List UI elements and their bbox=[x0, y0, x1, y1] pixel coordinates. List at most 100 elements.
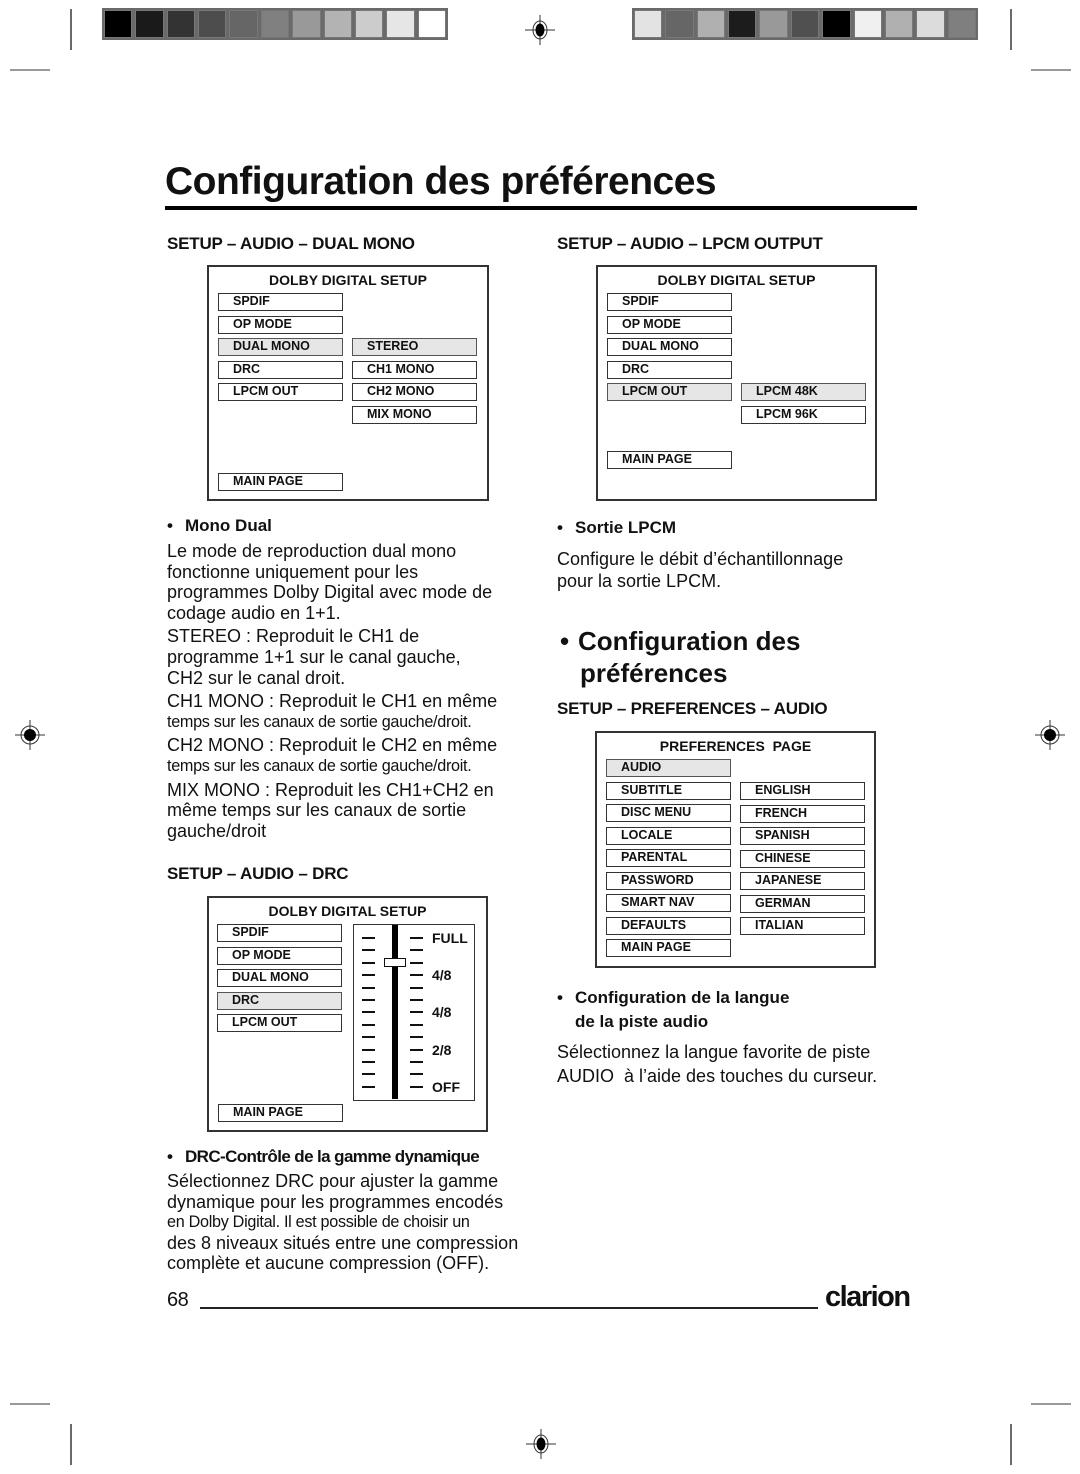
option-item-chinese[interactable]: CHINESE bbox=[740, 849, 865, 868]
registration-mark-icon bbox=[526, 1429, 556, 1459]
option-item-lpcm-48k[interactable]: LPCM 48K bbox=[741, 383, 866, 401]
menu-item-drc[interactable]: DRC bbox=[217, 991, 342, 1010]
registration-mark-icon bbox=[1035, 720, 1065, 750]
text-line: pour la sortie LPCM. bbox=[557, 571, 722, 591]
menu-item-main-page[interactable]: MAIN PAGE bbox=[607, 451, 732, 469]
slider-level-label: 4/8 bbox=[432, 1004, 452, 1021]
color-swatch bbox=[354, 10, 384, 38]
osd-panel-dual-mono: DOLBY DIGITAL SETUP SPDIF OP MODE DUAL MON… bbox=[207, 265, 489, 501]
color-swatch bbox=[790, 10, 820, 38]
color-swatch bbox=[386, 10, 415, 38]
slider-level-label: OFF bbox=[432, 1078, 460, 1095]
slider-tick bbox=[362, 999, 375, 1001]
text-line: CH2 MONO : Reproduit le CH2 en même bbox=[167, 735, 498, 756]
registration-mark-icon bbox=[15, 720, 45, 750]
footer-rule bbox=[200, 1307, 818, 1309]
text-line: fonctionne uniquement pour les bbox=[167, 561, 419, 582]
menu-item-op-mode[interactable]: OP MODE bbox=[217, 946, 342, 965]
menu-item-drc[interactable]: DRC bbox=[218, 360, 343, 379]
slider-tick bbox=[410, 1036, 423, 1039]
menu-item-audio[interactable]: AUDIO bbox=[606, 759, 731, 777]
menu-item-lpcm-out[interactable]: LPCM OUT bbox=[607, 383, 732, 401]
slider-tick bbox=[362, 974, 375, 977]
color-swatch bbox=[728, 10, 757, 38]
menu-item-dual-mono[interactable]: DUAL MONO bbox=[217, 969, 342, 987]
menu-item-spdif[interactable]: SPDIF bbox=[218, 293, 343, 311]
subheading-text: de la piste audio bbox=[575, 1012, 709, 1031]
slider-tick bbox=[362, 949, 375, 952]
menu-item-op-mode[interactable]: OP MODE bbox=[607, 315, 732, 334]
menu-item-defaults[interactable]: DEFAULTS bbox=[606, 916, 731, 935]
color-swatch bbox=[884, 10, 914, 38]
slider-tick bbox=[362, 986, 375, 989]
color-swatch bbox=[198, 10, 227, 38]
title-underline bbox=[165, 206, 917, 210]
option-item-ch2-mono[interactable]: CH2 MONO bbox=[352, 383, 477, 401]
color-swatch bbox=[229, 10, 258, 38]
slider-tick bbox=[362, 1011, 375, 1014]
menu-item-parental[interactable]: PARENTAL bbox=[606, 849, 731, 867]
menu-item-op-mode[interactable]: OP MODE bbox=[218, 315, 343, 334]
subheading-text: DRC-Contrôle de la gamme dynamique bbox=[185, 1147, 480, 1166]
color-swatch bbox=[135, 10, 164, 38]
option-item-english[interactable]: ENGLISH bbox=[740, 782, 865, 800]
menu-item-main-page[interactable]: MAIN PAGE bbox=[218, 1104, 343, 1122]
color-swatch bbox=[759, 10, 788, 38]
color-swatch bbox=[166, 10, 196, 38]
slider-knob[interactable] bbox=[384, 957, 406, 967]
option-item-japanese[interactable]: JAPANESE bbox=[740, 872, 865, 890]
subheading-audio-language: • Configuration de la langue de la piste … bbox=[557, 986, 789, 1034]
menu-item-drc[interactable]: DRC bbox=[607, 360, 732, 379]
menu-item-main-page[interactable]: MAIN PAGE bbox=[606, 939, 731, 957]
panel-title: PREFERENCES PAGE bbox=[659, 738, 812, 754]
color-swatch bbox=[916, 10, 945, 38]
option-item-german[interactable]: GERMAN bbox=[740, 894, 865, 913]
drc-level-slider[interactable]: FULL 4/8 4/8 2/8 OFF bbox=[353, 924, 475, 1101]
slider-tick bbox=[410, 974, 423, 977]
crop-mark bbox=[70, 1424, 72, 1465]
menu-item-lpcm-out[interactable]: LPCM OUT bbox=[217, 1014, 342, 1032]
menu-item-password[interactable]: PASSWORD bbox=[606, 871, 731, 890]
option-item-lpcm-96k[interactable]: LPCM 96K bbox=[741, 405, 866, 424]
option-item-french[interactable]: FRENCH bbox=[740, 804, 865, 823]
lpcm-description: Configure le débit d’échantillonnage pour… bbox=[557, 548, 843, 592]
color-swatch bbox=[292, 10, 321, 38]
color-swatch bbox=[417, 10, 446, 38]
text-line: complète et aucune compression (OFF). bbox=[167, 1253, 490, 1274]
crop-mark bbox=[1010, 9, 1012, 50]
slider-tick bbox=[410, 1073, 423, 1076]
menu-item-smart-nav[interactable]: SMART NAV bbox=[606, 894, 731, 912]
slider-tick bbox=[362, 1085, 375, 1088]
option-item-mix-mono[interactable]: MIX MONO bbox=[352, 405, 477, 424]
menu-item-main-page[interactable]: MAIN PAGE bbox=[218, 473, 343, 491]
text-line: en Dolby Digital. Il est possible de cho… bbox=[167, 1213, 470, 1232]
subheading-sortie-lpcm: • Sortie LPCM bbox=[557, 518, 676, 538]
section-title-preferences: • Configuration des préférences bbox=[560, 625, 800, 689]
menu-item-locale[interactable]: LOCALE bbox=[606, 826, 731, 845]
option-item-italian[interactable]: ITALIAN bbox=[740, 917, 865, 935]
subheading-text: Mono Dual bbox=[185, 516, 272, 535]
color-swatch bbox=[634, 10, 663, 38]
text-line: STEREO : Reproduit le CH1 de bbox=[167, 626, 420, 647]
menu-item-lpcm-out[interactable]: LPCM OUT bbox=[218, 383, 343, 401]
slider-tick bbox=[410, 1085, 423, 1088]
text-line: Sélectionnez DRC pour ajuster la gamme bbox=[167, 1171, 499, 1191]
menu-item-spdif[interactable]: SPDIF bbox=[607, 293, 732, 311]
option-item-ch1-mono[interactable]: CH1 MONO bbox=[352, 360, 477, 379]
menu-item-dual-mono[interactable]: DUAL MONO bbox=[218, 338, 343, 356]
slider-tick bbox=[362, 1073, 375, 1076]
menu-item-subtitle[interactable]: SUBTITLE bbox=[606, 781, 731, 800]
menu-item-disc-menu[interactable]: DISC MENU bbox=[606, 804, 731, 822]
section-heading-lpcm: SETUP – AUDIO – LPCM OUTPUT bbox=[557, 234, 823, 253]
text-line: Le mode de reproduction dual mono bbox=[167, 541, 457, 561]
slider-tick bbox=[410, 961, 423, 964]
crop-mark bbox=[70, 9, 72, 50]
color-swatch bbox=[853, 10, 882, 38]
option-item-stereo[interactable]: STEREO bbox=[352, 338, 477, 356]
crop-mark bbox=[1010, 1424, 1012, 1465]
color-calibration-bar-right bbox=[632, 8, 978, 40]
option-item-spanish[interactable]: SPANISH bbox=[740, 827, 865, 845]
slider-tick bbox=[410, 1011, 423, 1014]
menu-item-dual-mono[interactable]: DUAL MONO bbox=[607, 338, 732, 356]
menu-item-spdif[interactable]: SPDIF bbox=[217, 924, 342, 942]
